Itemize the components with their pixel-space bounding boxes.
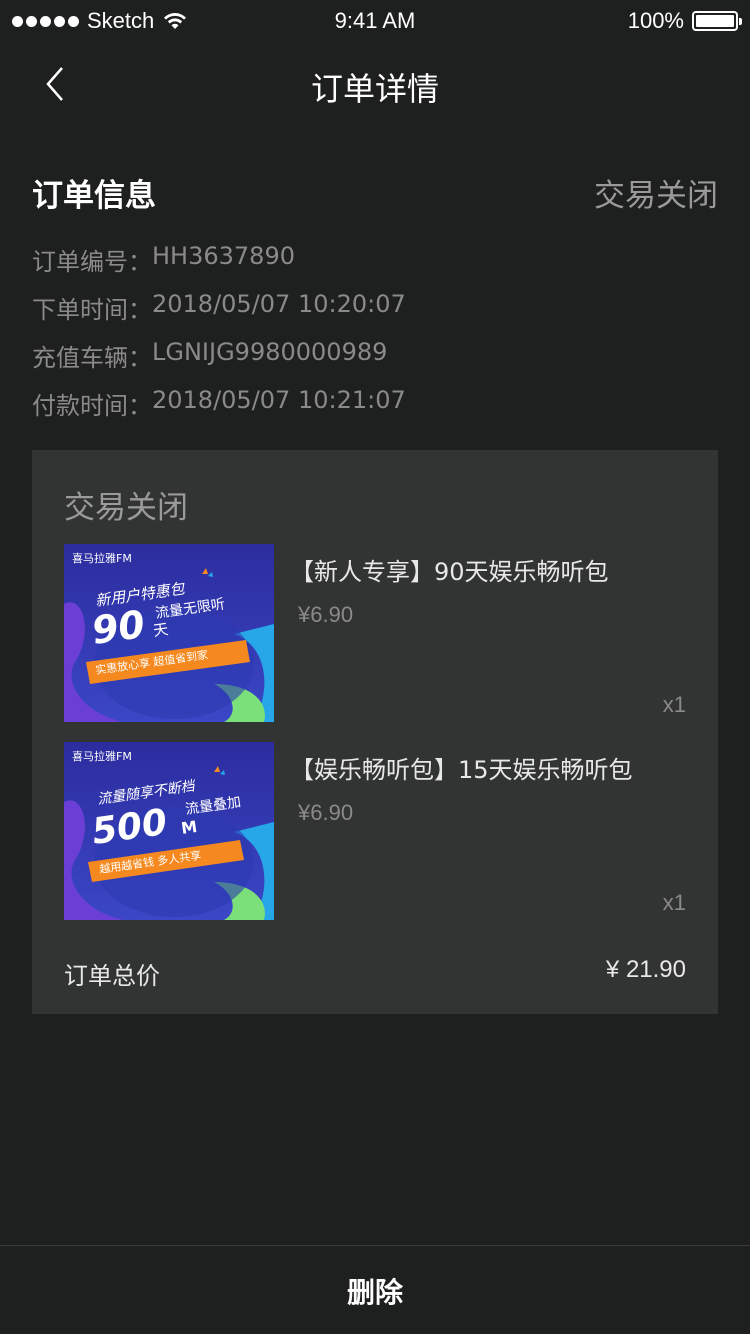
order-info-title: 订单信息	[32, 178, 156, 214]
order-info-header: 订单信息 交易关闭	[32, 170, 718, 214]
vehicle-value: LGNIJG9980000989	[152, 338, 388, 366]
brand-logo: 喜马拉雅FM	[72, 551, 132, 565]
order-number-label: 订单编号：	[32, 248, 152, 276]
order-total-label: 订单总价	[64, 962, 160, 990]
order-total-value: ¥ 21.90	[605, 956, 686, 983]
card-status-title: 交易关闭	[64, 490, 188, 526]
product-name: 【新人专享】90天娱乐畅听包	[290, 558, 609, 586]
order-time-label: 下单时间：	[32, 296, 152, 324]
promo-unit: 天	[152, 620, 169, 640]
vehicle-label: 充值车辆：	[32, 344, 152, 372]
product-name: 【娱乐畅听包】15天娱乐畅听包	[290, 756, 633, 784]
status-right: 100%	[627, 8, 742, 34]
list-item[interactable]: 喜马拉雅FM 流量随享不断档 500 M 流量叠加 越用越省钱 多人共享 【娱乐…	[64, 742, 686, 920]
brand-logo: 喜马拉雅FM	[72, 749, 132, 763]
nav-bar: 订单详情	[0, 42, 750, 130]
order-items-card: 交易关闭 喜马拉雅FM 新用户特惠包 90 天 流量无限听 实惠放心享 超值省到…	[32, 450, 718, 1014]
page-title: 订单详情	[310, 70, 439, 108]
vehicle-row: 充值车辆： LGNIJG9980000989	[32, 338, 388, 372]
status-bar: Sketch 9:41 AM 100%	[0, 0, 750, 42]
order-time-value: 2018/05/07 10:20:07	[152, 290, 406, 318]
delete-button[interactable]: 删除	[0, 1246, 750, 1334]
product-price: ¥6.90	[298, 800, 354, 825]
list-item[interactable]: 喜马拉雅FM 新用户特惠包 90 天 流量无限听 实惠放心享 超值省到家 【新人…	[64, 544, 686, 722]
battery-icon	[692, 11, 742, 31]
order-status-label: 交易关闭	[594, 178, 718, 214]
promo-big-number: 90	[89, 602, 147, 653]
bottom-action-bar: 删除	[0, 1245, 750, 1334]
promo-unit: M	[180, 817, 198, 838]
order-time-row: 下单时间： 2018/05/07 10:20:07	[32, 290, 406, 324]
product-price: ¥6.90	[298, 602, 354, 627]
order-number-row: 订单编号： HH3637890	[32, 242, 295, 276]
product-quantity: x1	[662, 692, 686, 717]
payment-time-row: 付款时间： 2018/05/07 10:21:07	[32, 386, 406, 420]
payment-time-label: 付款时间：	[32, 392, 152, 420]
product-quantity: x1	[662, 890, 686, 915]
payment-time-value: 2018/05/07 10:21:07	[152, 386, 406, 414]
battery-percentage: 100%	[627, 8, 684, 33]
product-thumbnail: 喜马拉雅FM 流量随享不断档 500 M 流量叠加 越用越省钱 多人共享	[64, 742, 274, 920]
order-number-value: HH3637890	[152, 242, 295, 270]
product-thumbnail: 喜马拉雅FM 新用户特惠包 90 天 流量无限听 实惠放心享 超值省到家	[64, 544, 274, 722]
order-total-row: 订单总价 ¥ 21.90	[64, 956, 686, 990]
